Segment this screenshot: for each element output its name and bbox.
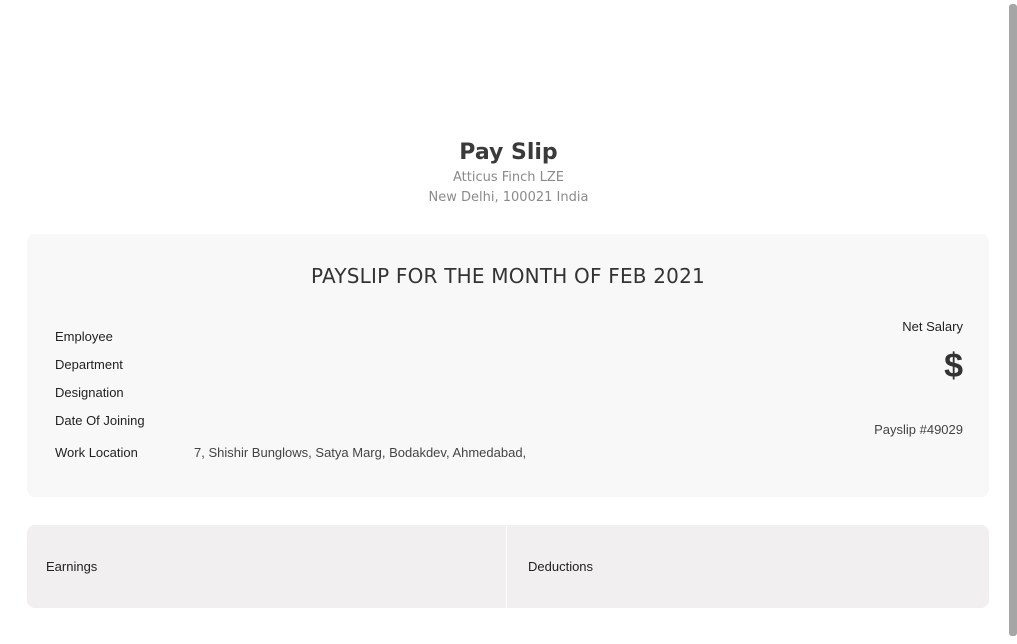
work-location-label: Work Location (55, 445, 138, 460)
payslip-header: Pay Slip Atticus Finch LZE New Delhi, 10… (0, 138, 1017, 208)
deductions-label: Deductions (528, 559, 594, 574)
payslip-number: Payslip #49029 (874, 422, 963, 437)
work-location-value: 7, Shishir Bunglows, Satya Marg, Bodakde… (194, 445, 527, 460)
net-salary-label: Net Salary (902, 319, 963, 334)
designation-label: Designation (55, 385, 124, 400)
earnings-label: Earnings (46, 559, 98, 574)
deductions-header: Deductions (507, 525, 989, 608)
payslip-month-title: PAYSLIP FOR THE MONTH OF FEB 2021 (311, 264, 705, 288)
vertical-scrollbar[interactable] (1009, 4, 1017, 636)
date-of-joining-label: Date Of Joining (55, 413, 145, 428)
payslip-page: Pay Slip Atticus Finch LZE New Delhi, 10… (0, 0, 1017, 644)
earnings-header: Earnings (27, 525, 506, 608)
company-name: Atticus Finch LZE (452, 170, 565, 185)
employee-info-card: PAYSLIP FOR THE MONTH OF FEB 2021 Employ… (27, 234, 989, 497)
department-label: Department (55, 357, 123, 372)
company-address: New Delhi, 100021 India (428, 190, 589, 205)
net-salary-value: $ (944, 347, 963, 385)
page-title: Pay Slip (459, 140, 558, 165)
earnings-deductions-table: Earnings Deductions (27, 525, 989, 608)
employee-label: Employee (55, 329, 113, 344)
